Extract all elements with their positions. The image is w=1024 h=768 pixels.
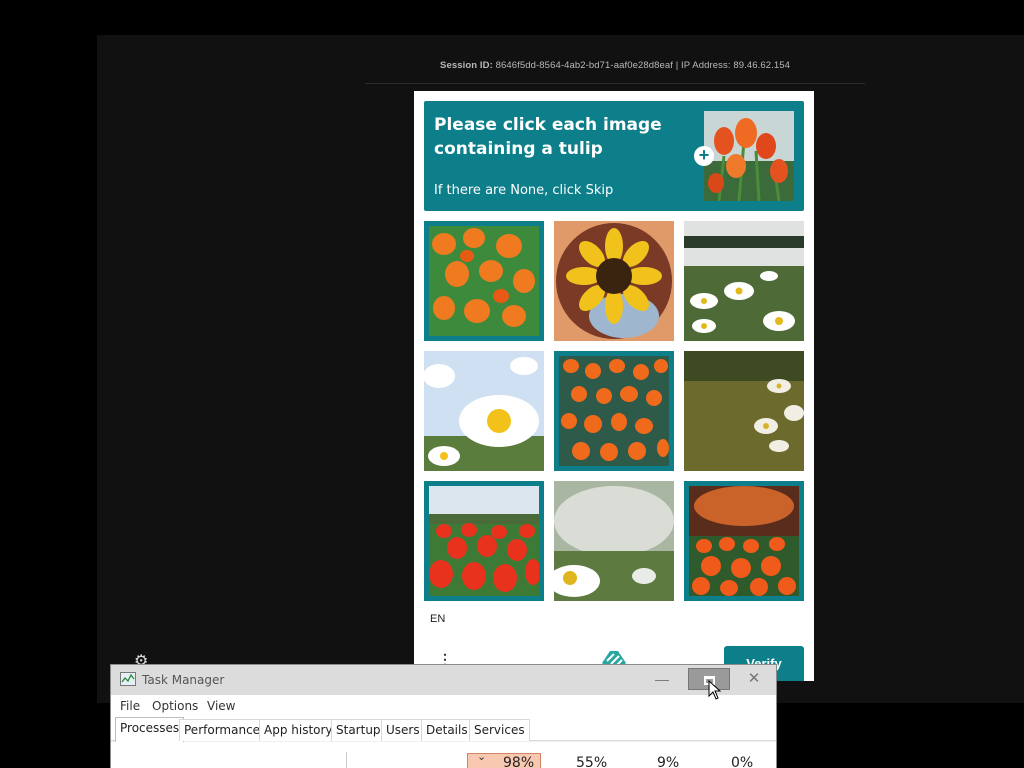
close-button[interactable]: ✕ — [733, 668, 775, 690]
tab-performance[interactable]: Performance — [179, 719, 266, 741]
window-title: Task Manager — [142, 673, 225, 687]
captcha-tile-4[interactable] — [424, 351, 544, 471]
session-id: 8646f5dd-8564-4ab2-bd71-aaf0e28d8eaf | I… — [495, 60, 731, 71]
language-selector[interactable]: EN — [430, 613, 445, 625]
captcha-tile-8[interactable] — [554, 481, 674, 601]
menu-options[interactable]: Options — [152, 699, 198, 713]
task-manager-window: Task Manager — ✕ File Options View Proce… — [110, 664, 777, 768]
session-label: Session ID: — [440, 60, 493, 71]
ip-address: 89.46.62.154 — [733, 60, 790, 71]
tab-details[interactable]: Details — [421, 719, 473, 741]
screen: Session ID: 8646f5dd-8564-4ab2-bd71-aaf0… — [0, 0, 1024, 768]
tab-app-history[interactable]: App history — [259, 719, 338, 741]
captcha-tile-7[interactable] — [424, 481, 544, 601]
captcha-prompt: Please click each image containing a tul… — [424, 101, 804, 211]
memory-percent[interactable]: 55% — [576, 755, 607, 768]
tab-users[interactable]: Users — [381, 719, 425, 741]
minimize-button[interactable]: — — [641, 668, 683, 690]
tab-processes[interactable]: Processes — [115, 717, 185, 742]
captcha-tile-9[interactable] — [684, 481, 804, 601]
captcha-tile-3[interactable] — [684, 221, 804, 341]
tab-services[interactable]: Services — [469, 719, 530, 741]
disk-percent[interactable]: 9% — [657, 755, 679, 768]
expand-example-button[interactable]: + — [694, 146, 714, 166]
process-table-header: ⌄ 98% 55% 9% 0% — [111, 742, 776, 768]
session-info: Session ID: 8646f5dd-8564-4ab2-bd71-aaf0… — [365, 60, 865, 71]
captcha-tile-6[interactable] — [684, 351, 804, 471]
captcha-title: Please click each image containing a tul… — [434, 115, 662, 159]
menu-file[interactable]: File — [120, 699, 140, 713]
captcha-tile-5[interactable] — [554, 351, 674, 471]
tab-bar: Processes Performance App history Startu… — [111, 717, 776, 742]
menu-bar: File Options View — [111, 695, 776, 717]
captcha-widget: Please click each image containing a tul… — [414, 91, 814, 681]
captcha-tile-1[interactable] — [424, 221, 544, 341]
sort-chevron-icon: ⌄ — [477, 751, 487, 763]
column-separator — [346, 752, 347, 768]
cpu-percent: 98% — [503, 755, 535, 768]
mouse-cursor-icon — [708, 680, 722, 700]
menu-view[interactable]: View — [207, 699, 235, 713]
network-percent[interactable]: 0% — [731, 755, 753, 768]
captcha-subtitle: If there are None, click Skip — [434, 183, 614, 198]
tab-startup[interactable]: Startup — [331, 719, 386, 741]
divider — [365, 83, 865, 84]
example-image[interactable] — [704, 111, 794, 201]
title-bar[interactable]: Task Manager — ✕ — [111, 665, 776, 695]
task-manager-icon — [120, 672, 136, 686]
captcha-tile-2[interactable] — [554, 221, 674, 341]
